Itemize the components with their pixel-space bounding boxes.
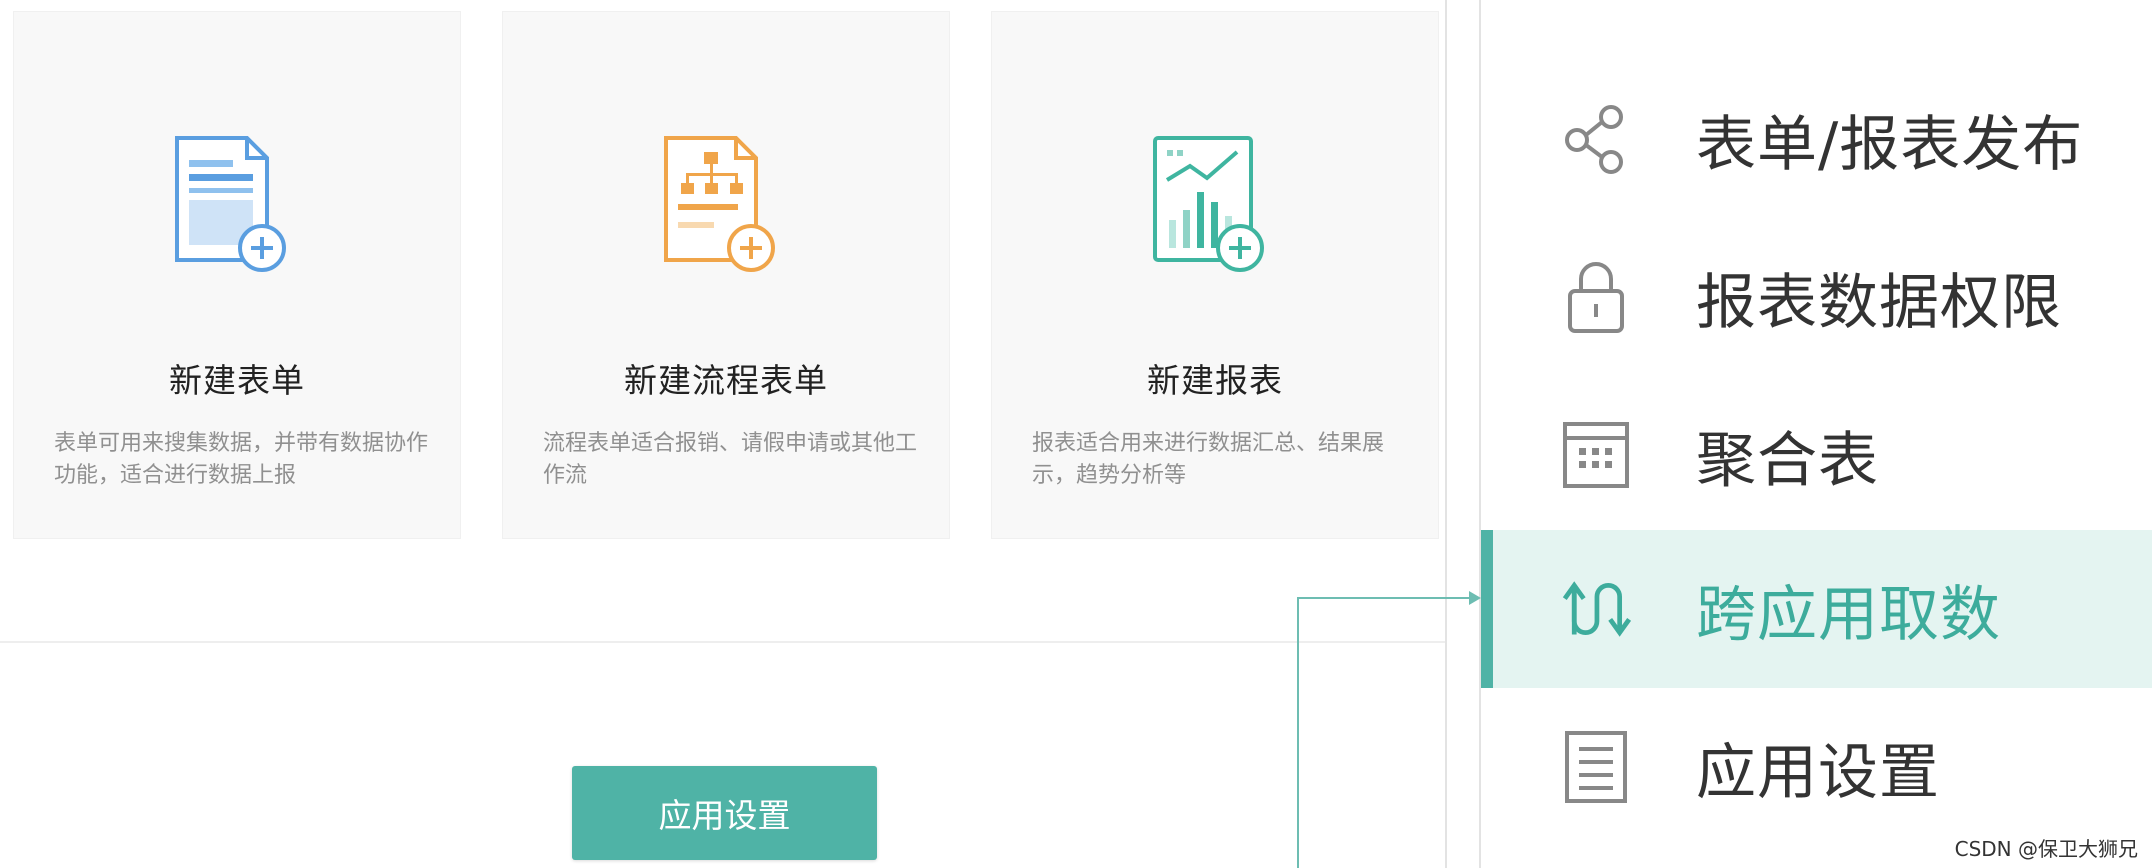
- card-new-form[interactable]: 新建表单 表单可用来搜集数据，并带有数据协作功能，适合进行数据上报: [13, 11, 461, 539]
- panel-separator: [1445, 0, 1447, 868]
- share-icon: [1561, 104, 1631, 174]
- card-new-workflow-form[interactable]: 新建流程表单 流程表单适合报销、请假申请或其他工作流: [502, 11, 950, 539]
- menu-item-label: 聚合表: [1696, 425, 1879, 496]
- new-report-icon: [992, 130, 1438, 290]
- menu-item-label: 表单/报表发布: [1696, 109, 2084, 180]
- active-indicator: [1481, 530, 1493, 688]
- menu-item-app-settings[interactable]: 应用设置: [1481, 688, 2152, 846]
- card-title: 新建报表: [1147, 361, 1283, 400]
- connector-line: [1297, 597, 1469, 599]
- settings-menu: 表单/报表发布 报表数据权限 聚合表 跨应用取数 应用设置: [1481, 0, 2152, 868]
- menu-item-aggregate-table[interactable]: 聚合表: [1481, 376, 2152, 534]
- document-icon: [1561, 731, 1631, 803]
- watermark: CSDN @保卫大狮兄: [1954, 837, 2138, 861]
- new-workflow-form-icon: [503, 130, 949, 290]
- card-new-report[interactable]: 新建报表 报表适合用来进行数据汇总、结果展示，趋势分析等: [991, 11, 1439, 539]
- menu-item-report-permission[interactable]: 报表数据权限: [1481, 218, 2152, 376]
- menu-item-label: 报表数据权限: [1696, 267, 2062, 338]
- menu-item-cross-app-fetch[interactable]: 跨应用取数: [1481, 530, 2152, 688]
- section-divider: [0, 641, 1445, 643]
- menu-item-label: 应用设置: [1696, 737, 1940, 808]
- new-form-icon: [14, 130, 460, 290]
- connector-line: [1297, 597, 1299, 868]
- card-description: 表单可用来搜集数据，并带有数据协作功能，适合进行数据上报: [54, 431, 429, 488]
- lock-icon: [1561, 262, 1631, 333]
- cross-app-fetch-icon: [1561, 574, 1631, 644]
- menu-item-label: 跨应用取数: [1696, 579, 2001, 650]
- card-title: 新建表单: [169, 361, 305, 400]
- card-description: 报表适合用来进行数据汇总、结果展示，趋势分析等: [1032, 431, 1385, 488]
- card-title: 新建流程表单: [624, 361, 828, 400]
- connector-arrow-icon: [1469, 591, 1481, 605]
- app-settings-button[interactable]: 应用设置: [572, 766, 877, 860]
- calendar-grid-icon: [1561, 420, 1631, 490]
- card-description: 流程表单适合报销、请假申请或其他工作流: [543, 431, 918, 488]
- menu-item-publish[interactable]: 表单/报表发布: [1481, 60, 2152, 218]
